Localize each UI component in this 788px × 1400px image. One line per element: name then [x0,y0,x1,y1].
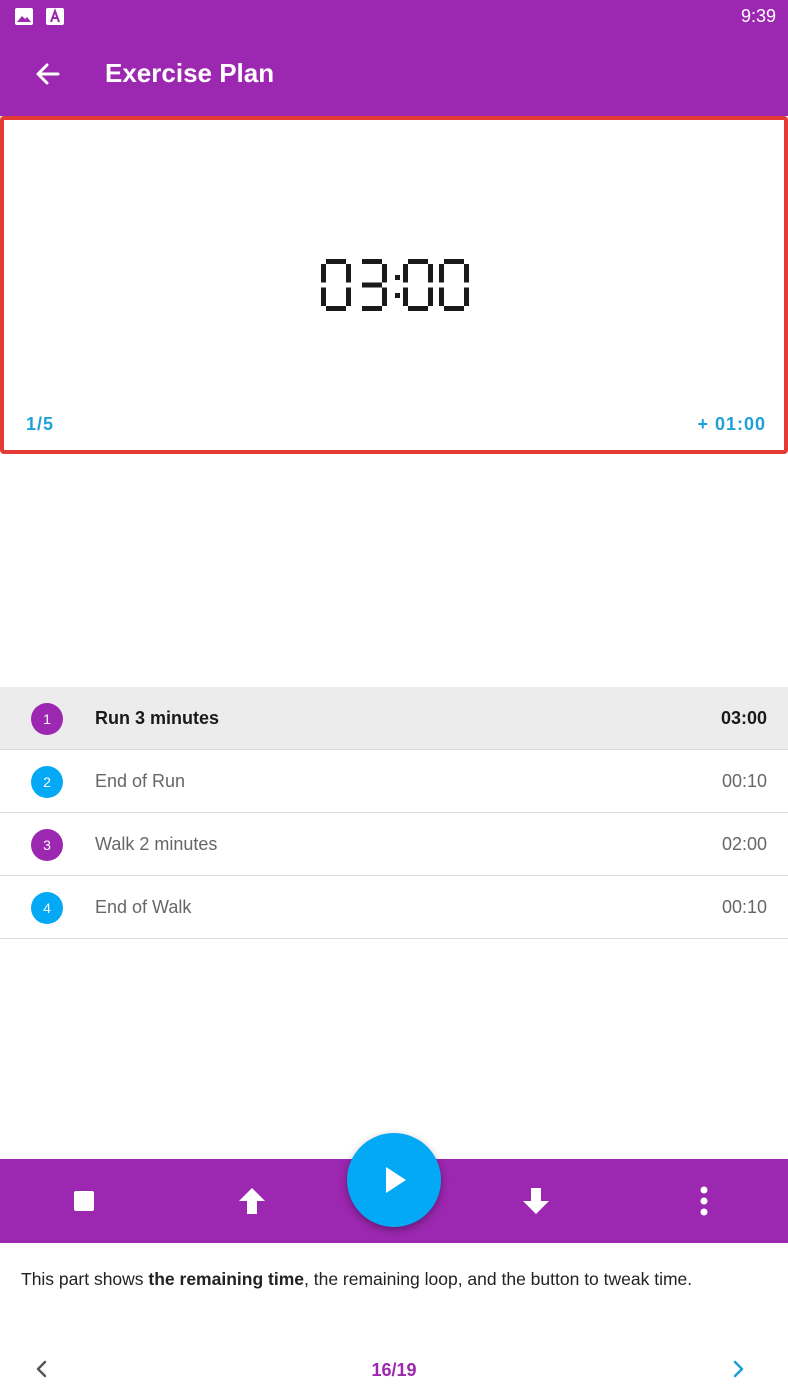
step-name: Walk 2 minutes [95,834,218,854]
chevron-right-icon[interactable] [726,1357,750,1381]
digit-segment [346,264,351,283]
digit-segment [428,287,433,306]
more-options-button[interactable] [682,1179,726,1223]
tweak-time-button[interactable]: + 01:00 [697,414,766,435]
desc-highlight: the remaining time [148,1269,304,1289]
app-bar: Exercise Plan [0,34,788,116]
loop-counter: 1/5 [26,414,55,434]
colon-dot [395,275,400,280]
digit-segment [321,287,326,306]
step-list: 1 Run 3 minutes 03:00 2 End of Run 00:10… [0,687,788,939]
digit-segment [464,287,469,306]
digit-segment [362,259,382,264]
list-item[interactable]: 3 Walk 2 minutes 02:00 [0,813,788,876]
desc-text: This part shows [21,1269,149,1289]
play-icon [386,1167,406,1193]
page-title: Exercise Plan [105,58,275,88]
digit-segment [382,264,387,283]
digit-segment [362,306,382,311]
move-down-button[interactable] [514,1179,558,1223]
step-duration: 03:00 [720,708,767,728]
digit-segment [326,259,346,264]
more-vertical-icon [700,1186,708,1216]
play-button[interactable] [347,1133,441,1227]
digit-segment [362,282,382,288]
desc-text: , the remaining loop, and the button to … [304,1269,693,1289]
digit-segment [464,264,469,283]
colon-dot [395,293,400,298]
digit-segment [321,264,326,283]
digit-segment [408,259,428,264]
digit-segment [428,264,433,283]
timer-panel: 1/5 + 01:00 [0,116,788,454]
list-item[interactable]: 2 End of Run 00:10 [0,750,788,813]
arrow-up-icon [239,1188,265,1214]
digit-segment [439,287,444,306]
image-icon [15,8,33,25]
step-duration: 02:00 [721,834,767,854]
digit-segment [403,264,408,283]
status-time: 9:39 [740,6,776,26]
list-item[interactable]: 4 End of Walk 00:10 [0,876,788,939]
arrow-left-icon[interactable] [30,56,66,92]
list-item[interactable]: 1 Run 3 minutes 03:00 [0,687,788,750]
digit-segment [403,287,408,306]
step-duration: 00:10 [721,897,767,917]
digit-segment [382,287,387,306]
tutorial-panel: This part shows the remaining time, the … [0,1243,788,1400]
step-number-badge: 4 [31,892,63,924]
digit-segment [444,259,464,264]
step-name: Run 3 minutes [95,708,220,728]
step-number-badge: 3 [31,829,63,861]
remaining-time-display[interactable] [4,245,784,325]
status-bar: 9:39 [0,0,788,34]
step-number-badge: 2 [31,766,63,798]
digit-segment [326,306,346,311]
remaining-time-digits [321,259,469,311]
digit-segment [346,287,351,306]
step-name: End of Run [95,771,186,791]
stop-button[interactable] [62,1179,106,1223]
step-duration: 00:10 [721,771,767,791]
step-number-badge: 1 [31,703,63,735]
step-name: End of Walk [95,897,192,917]
font-a-icon [46,8,64,25]
stop-icon [74,1191,94,1211]
digit-segment [408,306,428,311]
digit-segment [439,264,444,283]
page-indicator: 16/19 [371,1360,417,1380]
arrow-down-icon [523,1188,549,1214]
move-up-button[interactable] [230,1179,274,1223]
tutorial-description: This part shows the remaining time, the … [21,1268,771,1290]
digit-segment [444,306,464,311]
